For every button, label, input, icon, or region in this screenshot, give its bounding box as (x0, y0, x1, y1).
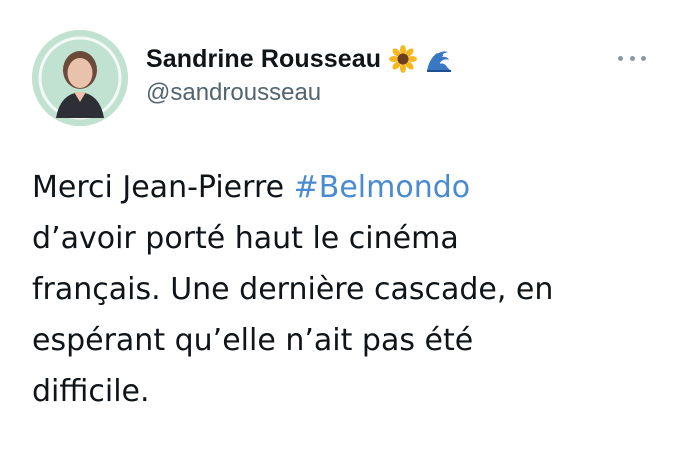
more-options-icon (618, 55, 623, 61)
more-options-icon-dot (629, 55, 635, 61)
sunflower-icon (389, 45, 418, 73)
tweet-text: Merci Jean-Pierre #Belmondo d’avoir port… (32, 162, 652, 417)
tweet-text-body: d’avoir porté haut le cinéma français. U… (32, 221, 554, 409)
wave-icon (425, 45, 454, 73)
more-options-button[interactable] (618, 52, 646, 64)
hashtag-link[interactable]: #Belmondo (294, 170, 471, 205)
more-options-icon-dot (641, 55, 646, 61)
author-display-name[interactable]: Sandrine Rousseau (146, 45, 381, 74)
avatar-portrait-icon (32, 30, 128, 126)
author-name-row: Sandrine Rousseau (146, 42, 454, 76)
avatar[interactable] (32, 30, 128, 126)
tweet-text-intro: Merci Jean-Pierre (32, 170, 294, 205)
tweet-card: Sandrine Rousseau @sandrousseau Merci Je… (0, 0, 680, 450)
author-handle[interactable]: @sandrousseau (146, 79, 321, 107)
